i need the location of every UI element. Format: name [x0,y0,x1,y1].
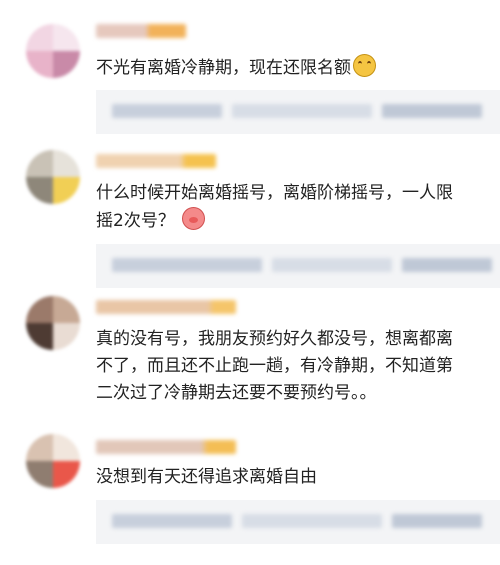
pig-emoji-icon [182,207,206,230]
username-blurred[interactable] [96,300,236,314]
avatar[interactable] [26,150,80,204]
username-blurred[interactable] [96,154,216,168]
smile-emoji-icon [353,54,376,77]
avatar[interactable] [26,24,80,78]
comment-text: 什么时候开始离婚摇号，离婚阶梯摇号，一人限 摇2次号？ [96,183,453,231]
avatar[interactable] [26,434,80,488]
quoted-reply-blurred[interactable] [96,90,500,134]
quoted-reply-blurred[interactable] [96,244,500,288]
username-blurred[interactable] [96,24,186,38]
comment-text: 没想到有天还得追求离婚自由 [96,467,317,487]
quoted-reply-blurred[interactable] [96,500,500,544]
comment-text: 不光有离婚冷静期，现在还限名额 [96,54,500,82]
username-blurred[interactable] [96,440,236,454]
comment-text: 真的没有号，我朋友预约好久都没号，想离都离 不了，而且还不止跑一趟，有冷静期，不… [96,329,453,403]
avatar[interactable] [26,296,80,350]
